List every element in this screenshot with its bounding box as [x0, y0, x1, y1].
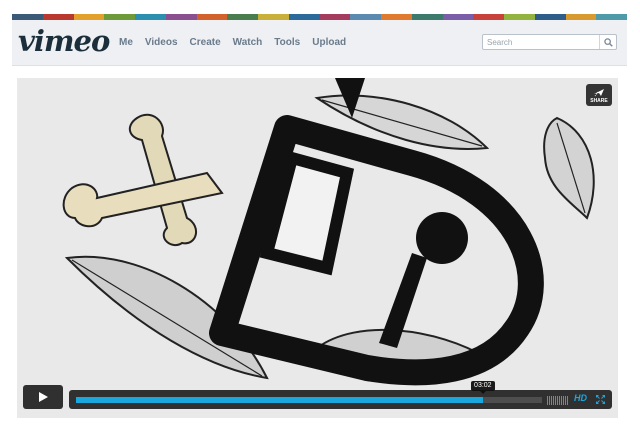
- progress-bar[interactable]: [76, 397, 542, 403]
- nav-me[interactable]: Me: [119, 37, 133, 48]
- play-icon: [39, 392, 48, 402]
- site-header: vimeo Me Videos Create Watch Tools Uploa…: [12, 20, 627, 66]
- nav-upload[interactable]: Upload: [312, 37, 346, 48]
- played-bar: [76, 397, 483, 403]
- magnifier-icon: [603, 37, 613, 47]
- paper-plane-icon: [594, 89, 604, 97]
- video-player[interactable]: SHARE 03:02 HD: [17, 78, 618, 418]
- nav-watch[interactable]: Watch: [233, 37, 263, 48]
- fullscreen-icon[interactable]: [595, 394, 606, 405]
- search-input[interactable]: [483, 35, 597, 49]
- video-frame-illustration: [17, 78, 618, 418]
- player-controls: HD: [69, 390, 612, 409]
- vimeo-logo[interactable]: vimeo: [18, 24, 110, 58]
- hd-toggle[interactable]: HD: [574, 393, 587, 403]
- share-button[interactable]: SHARE: [586, 84, 612, 106]
- play-button[interactable]: [23, 385, 63, 409]
- nav-videos[interactable]: Videos: [145, 37, 178, 48]
- share-label: SHARE: [590, 98, 608, 104]
- search-button[interactable]: [599, 35, 616, 49]
- nav-tools[interactable]: Tools: [274, 37, 300, 48]
- search-box: [482, 34, 617, 50]
- main-nav: Me Videos Create Watch Tools Upload: [119, 37, 346, 48]
- volume-control[interactable]: [547, 394, 569, 405]
- nav-create[interactable]: Create: [190, 37, 221, 48]
